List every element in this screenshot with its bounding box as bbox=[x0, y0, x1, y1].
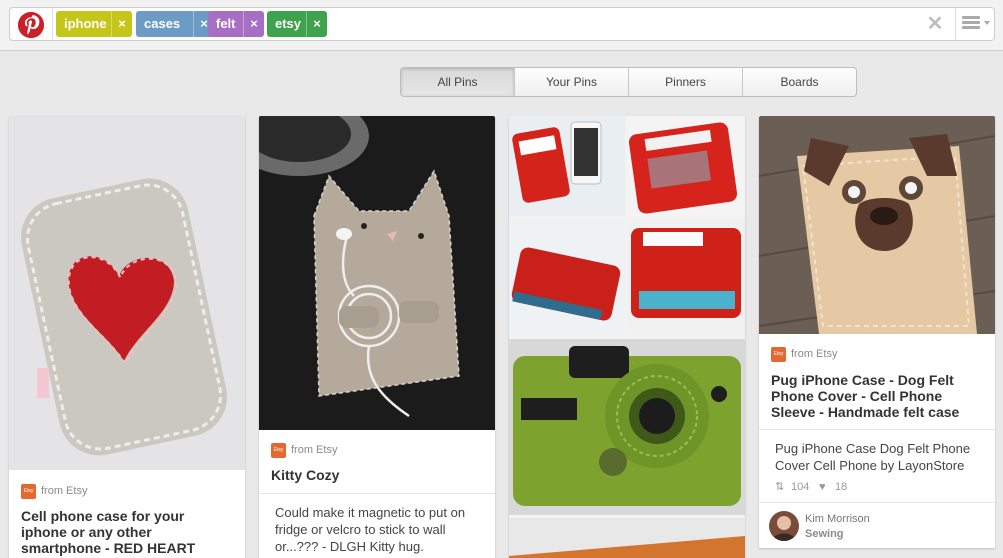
pin-card[interactable]: Etsy from Etsy Pug iPhone Case - Dog Fel… bbox=[759, 116, 995, 548]
etsy-icon: Etsy bbox=[771, 347, 786, 362]
search-tag-cases[interactable]: cases × bbox=[136, 11, 214, 37]
source-label: from Etsy bbox=[41, 485, 88, 497]
remove-tag-icon[interactable]: × bbox=[307, 11, 327, 37]
search-tag-label: cases bbox=[144, 16, 181, 31]
pinner-board[interactable]: Sewing bbox=[805, 528, 844, 540]
pin-image[interactable] bbox=[9, 116, 245, 470]
menu-button[interactable] bbox=[962, 16, 992, 32]
pin-description: Could make it magnetic to put on fridge … bbox=[275, 505, 466, 554]
pin-image[interactable] bbox=[759, 116, 995, 334]
search-bar[interactable]: iphone × cases × felt × etsy × ✕ bbox=[9, 7, 995, 41]
hamburger-icon bbox=[962, 16, 980, 30]
pin-card[interactable] bbox=[509, 116, 745, 558]
header-bar: iphone × cases × felt × etsy × ✕ bbox=[0, 0, 1003, 51]
pin-image[interactable] bbox=[509, 116, 745, 558]
pin-divider bbox=[759, 429, 995, 430]
pin-divider bbox=[259, 493, 495, 494]
search-tag-felt[interactable]: felt × bbox=[208, 11, 264, 37]
avatar[interactable] bbox=[769, 511, 799, 541]
heart-icon: ♥ bbox=[819, 481, 826, 493]
tab-pinners[interactable]: Pinners bbox=[628, 68, 742, 96]
menu-divider bbox=[955, 8, 956, 40]
source-label: from Etsy bbox=[291, 444, 338, 456]
search-tag-label: felt bbox=[216, 16, 236, 31]
search-tag-iphone[interactable]: iphone × bbox=[56, 11, 132, 37]
source-label: from Etsy bbox=[791, 348, 838, 360]
pin-divider bbox=[759, 502, 995, 503]
chevron-down-icon bbox=[984, 21, 990, 25]
search-tag-label: iphone bbox=[64, 16, 107, 31]
pinner-name[interactable]: Kim Morrison bbox=[805, 513, 870, 525]
repin-icon: ⇅ bbox=[775, 481, 785, 493]
pin-card[interactable]: Etsy from Etsy Cell phone case for your … bbox=[9, 116, 245, 558]
like-count: 18 bbox=[835, 481, 848, 493]
pin-title[interactable]: Cell phone case for your iphone or any o… bbox=[21, 508, 233, 556]
pin-card[interactable]: Etsy from Etsy Kitty Cozy Could make it … bbox=[259, 116, 495, 558]
remove-tag-icon[interactable]: × bbox=[112, 11, 132, 37]
tab-boards[interactable]: Boards bbox=[742, 68, 856, 96]
search-tag-label: etsy bbox=[275, 16, 302, 31]
pin-description: Pug iPhone Case Dog Felt Phone Cover Cel… bbox=[775, 441, 971, 473]
pin-title[interactable]: Pug iPhone Case - Dog Felt Phone Cover -… bbox=[771, 372, 983, 420]
etsy-icon: Etsy bbox=[21, 484, 36, 499]
repin-count: 104 bbox=[791, 481, 810, 493]
pin-image[interactable] bbox=[259, 116, 495, 430]
logo-divider bbox=[52, 8, 53, 40]
search-filter-tabs: All Pins Your Pins Pinners Boards bbox=[400, 67, 857, 97]
remove-tag-icon[interactable]: × bbox=[244, 11, 264, 37]
tab-all-pins[interactable]: All Pins bbox=[401, 68, 514, 96]
pin-title[interactable]: Kitty Cozy bbox=[271, 467, 483, 483]
tab-your-pins[interactable]: Your Pins bbox=[514, 68, 628, 96]
clear-search-icon[interactable]: ✕ bbox=[925, 14, 945, 34]
etsy-icon: Etsy bbox=[271, 443, 286, 458]
search-tag-etsy[interactable]: etsy × bbox=[267, 11, 327, 37]
pinterest-logo-icon[interactable] bbox=[18, 12, 44, 38]
